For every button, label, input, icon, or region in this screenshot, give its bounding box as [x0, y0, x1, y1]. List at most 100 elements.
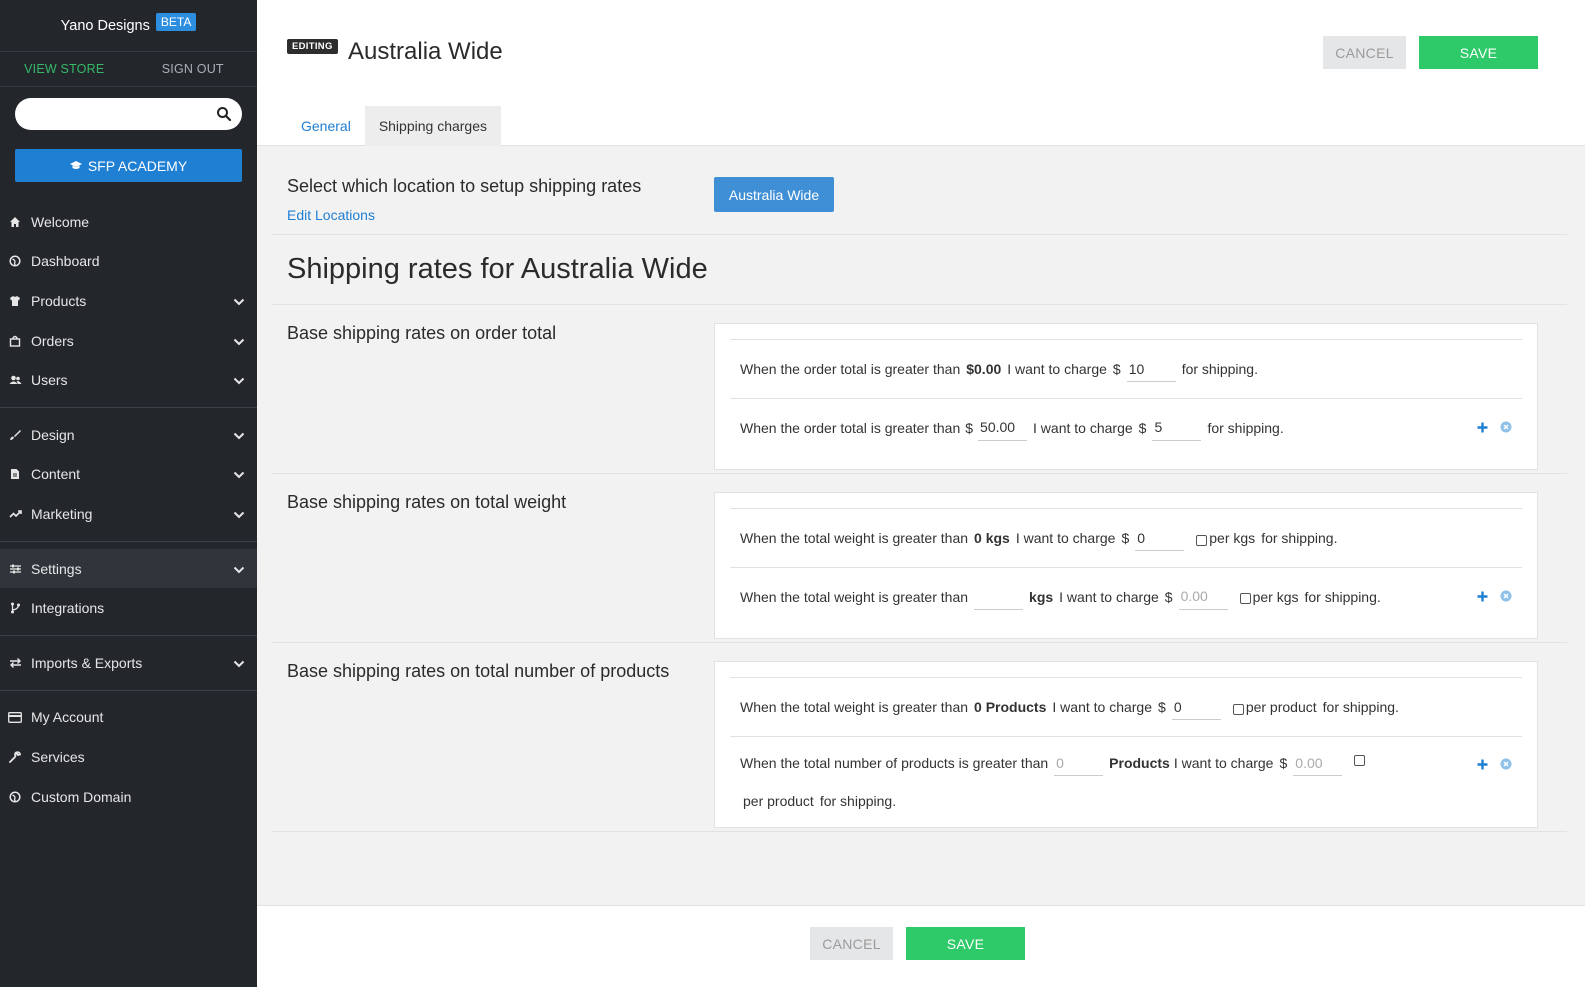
chevron-down-icon[interactable]: [233, 372, 245, 388]
footer-cancel-button[interactable]: CANCEL: [810, 927, 893, 960]
chevron-down-icon[interactable]: [233, 466, 245, 482]
currency-symbol: $: [1158, 699, 1166, 715]
per-unit-label: per kgs: [1209, 530, 1256, 546]
sidebar-item-orders[interactable]: Orders: [0, 321, 257, 361]
per-unit-label: per kgs: [1252, 588, 1299, 605]
add-icon[interactable]: [1477, 757, 1488, 773]
rule-actions: [1477, 757, 1512, 773]
chevron-down-icon[interactable]: [233, 506, 245, 522]
page-title: Australia Wide: [348, 38, 503, 65]
threshold-input[interactable]: [974, 583, 1024, 610]
globe-icon: [8, 790, 22, 804]
order-total-section: Base shipping rates on order total When …: [272, 305, 1567, 474]
sliders-icon: [8, 562, 22, 576]
chevron-down-icon[interactable]: [233, 561, 245, 577]
globe-icon: [8, 254, 22, 268]
charge-input[interactable]: [1135, 525, 1185, 551]
sidebar-item-marketing[interactable]: Marketing: [0, 494, 257, 534]
rules-list: When the total weight is greater than 0 …: [730, 677, 1522, 814]
sidebar-item-label: Settings: [31, 560, 82, 577]
rule-actions: [1477, 420, 1512, 436]
remove-icon[interactable]: [1500, 589, 1512, 605]
charge-input[interactable]: [1178, 583, 1228, 610]
tab-shipping-charges[interactable]: Shipping charges: [364, 106, 501, 146]
sidebar-item-integrations[interactable]: Integrations: [0, 588, 257, 628]
currency-symbol: $: [1112, 361, 1121, 377]
main: EDITING Australia Wide CANCEL SAVE Gener…: [257, 0, 1585, 987]
divider: [0, 406, 257, 408]
threshold-input[interactable]: [978, 414, 1028, 441]
tab-general[interactable]: General: [287, 106, 365, 146]
location-button[interactable]: Australia Wide: [714, 177, 834, 212]
sidebar-item-label: Dashboard: [31, 253, 100, 270]
sidebar-item-services[interactable]: Services: [0, 737, 257, 777]
wrench-icon: [8, 750, 22, 764]
sidebar-item-welcome[interactable]: Welcome: [0, 202, 257, 242]
per-unit-checkbox[interactable]: [1354, 755, 1366, 766]
divider: [0, 634, 257, 636]
sidebar-item-imports-exports[interactable]: Imports & Exports: [0, 643, 257, 683]
charge-input[interactable]: [1152, 414, 1202, 441]
divider: [0, 689, 257, 691]
sign-out-link[interactable]: SIGN OUT: [129, 62, 258, 76]
sidebar-item-custom-domain[interactable]: Custom Domain: [0, 777, 257, 817]
graduation-cap-icon: [69, 158, 82, 174]
per-unit-checkbox[interactable]: [1232, 703, 1244, 715]
save-button[interactable]: SAVE: [1419, 36, 1538, 69]
fork-icon: [8, 601, 22, 615]
chevron-down-icon[interactable]: [233, 427, 245, 443]
trend-icon: [8, 507, 22, 521]
charge-input[interactable]: [1171, 694, 1221, 720]
sidebar-item-settings[interactable]: Settings: [0, 548, 257, 589]
rules-list: When the total weight is greater than 0 …: [730, 508, 1522, 625]
divider: [0, 540, 257, 542]
sidebar-item-products[interactable]: Products: [0, 281, 257, 321]
search-icon[interactable]: [216, 106, 232, 122]
sidebar-item-design[interactable]: Design: [0, 415, 257, 455]
rule-mid: I want to charge: [1059, 588, 1159, 605]
rule-threshold: 0 kgs: [974, 530, 1010, 546]
edit-locations-link[interactable]: Edit Locations: [287, 207, 375, 223]
home-icon: [8, 215, 22, 229]
rule-suffix: for shipping.: [1181, 361, 1258, 377]
rule-prefix: When the total weight is greater than: [740, 530, 969, 546]
view-store-link[interactable]: VIEW STORE: [0, 62, 129, 76]
search-input[interactable]: [15, 98, 242, 130]
currency-symbol: $: [965, 419, 974, 436]
sidebar-item-label: Custom Domain: [31, 788, 132, 805]
editing-badge: EDITING: [287, 39, 338, 54]
chevron-down-icon[interactable]: [233, 655, 245, 671]
footer-save-button[interactable]: SAVE: [906, 927, 1025, 960]
sfp-academy-button[interactable]: SFP ACADEMY: [15, 149, 242, 182]
rates-heading: Shipping rates for Australia Wide: [272, 235, 1567, 305]
sidebar-item-label: Products: [31, 292, 87, 309]
rule-row: When the order total is greater than $0.…: [730, 340, 1522, 398]
chevron-down-icon[interactable]: [233, 293, 245, 309]
rule-mid: I want to charge: [1007, 361, 1107, 377]
sidebar-item-users[interactable]: Users: [0, 360, 257, 400]
threshold-input[interactable]: [1054, 750, 1104, 776]
remove-icon[interactable]: [1500, 420, 1512, 436]
rule-row: When the order total is greater than $ I…: [730, 398, 1522, 456]
chevron-down-icon[interactable]: [233, 333, 245, 349]
page-footer: CANCEL SAVE: [257, 905, 1585, 987]
rule-mid: I want to charge: [1033, 419, 1133, 436]
rule-suffix: for shipping.: [1304, 588, 1381, 605]
cancel-button[interactable]: CANCEL: [1323, 36, 1406, 69]
per-unit-checkbox[interactable]: [1196, 534, 1208, 546]
section-title: Base shipping rates on order total: [287, 323, 557, 343]
add-icon[interactable]: [1477, 420, 1488, 436]
sidebar-item-content[interactable]: Content: [0, 455, 257, 495]
sidebar-item-my-account[interactable]: My Account: [0, 698, 257, 738]
per-unit-checkbox[interactable]: [1239, 593, 1251, 604]
currency-symbol: $: [1164, 588, 1173, 605]
transfer-icon: [8, 656, 22, 670]
unit-label: kgs: [1029, 588, 1054, 605]
add-icon[interactable]: [1477, 589, 1488, 605]
charge-input[interactable]: [1293, 750, 1343, 776]
sidebar-item-dashboard[interactable]: Dashboard: [0, 242, 257, 282]
remove-icon[interactable]: [1500, 757, 1512, 773]
store-links: VIEW STORE SIGN OUT: [0, 52, 257, 87]
charge-input[interactable]: [1126, 356, 1176, 382]
bag-icon: [8, 334, 22, 348]
